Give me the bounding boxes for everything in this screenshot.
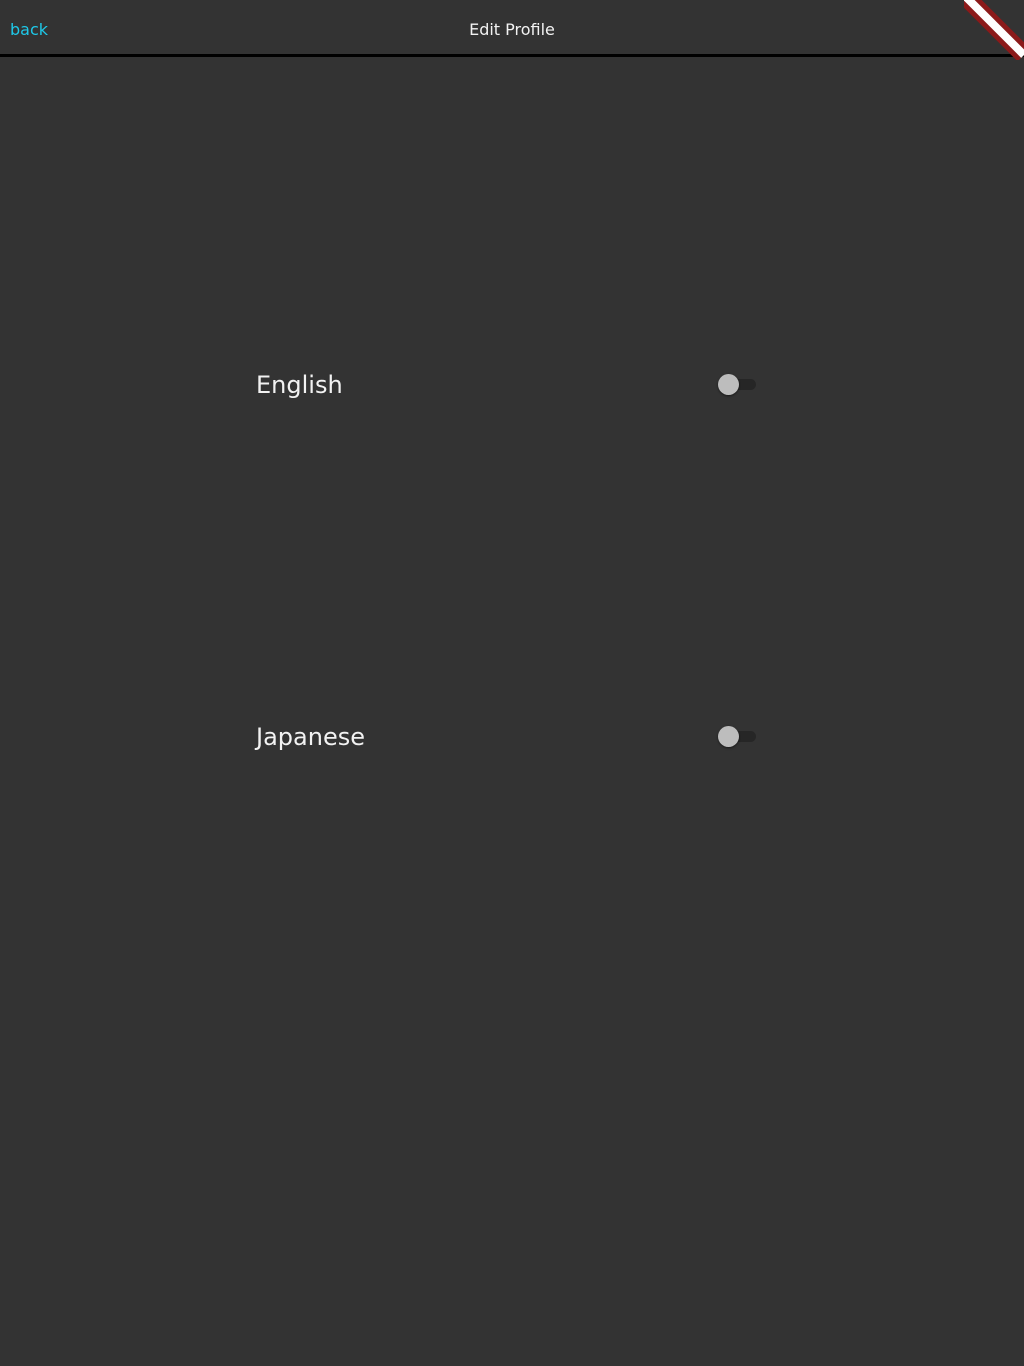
- english-toggle[interactable]: [718, 374, 756, 395]
- toggle-knob[interactable]: [718, 374, 739, 395]
- language-label-english: English: [256, 371, 343, 399]
- toggle-knob[interactable]: [718, 726, 739, 747]
- japanese-toggle[interactable]: [718, 726, 756, 747]
- language-row-japanese: Japanese: [256, 717, 756, 757]
- language-label-japanese: Japanese: [256, 723, 365, 751]
- edit-profile-screen: back Edit Profile English Japanese: [0, 0, 1024, 1366]
- language-row-english: English: [256, 365, 756, 405]
- page-title: Edit Profile: [469, 20, 555, 39]
- app-bar: back Edit Profile: [0, 0, 1024, 57]
